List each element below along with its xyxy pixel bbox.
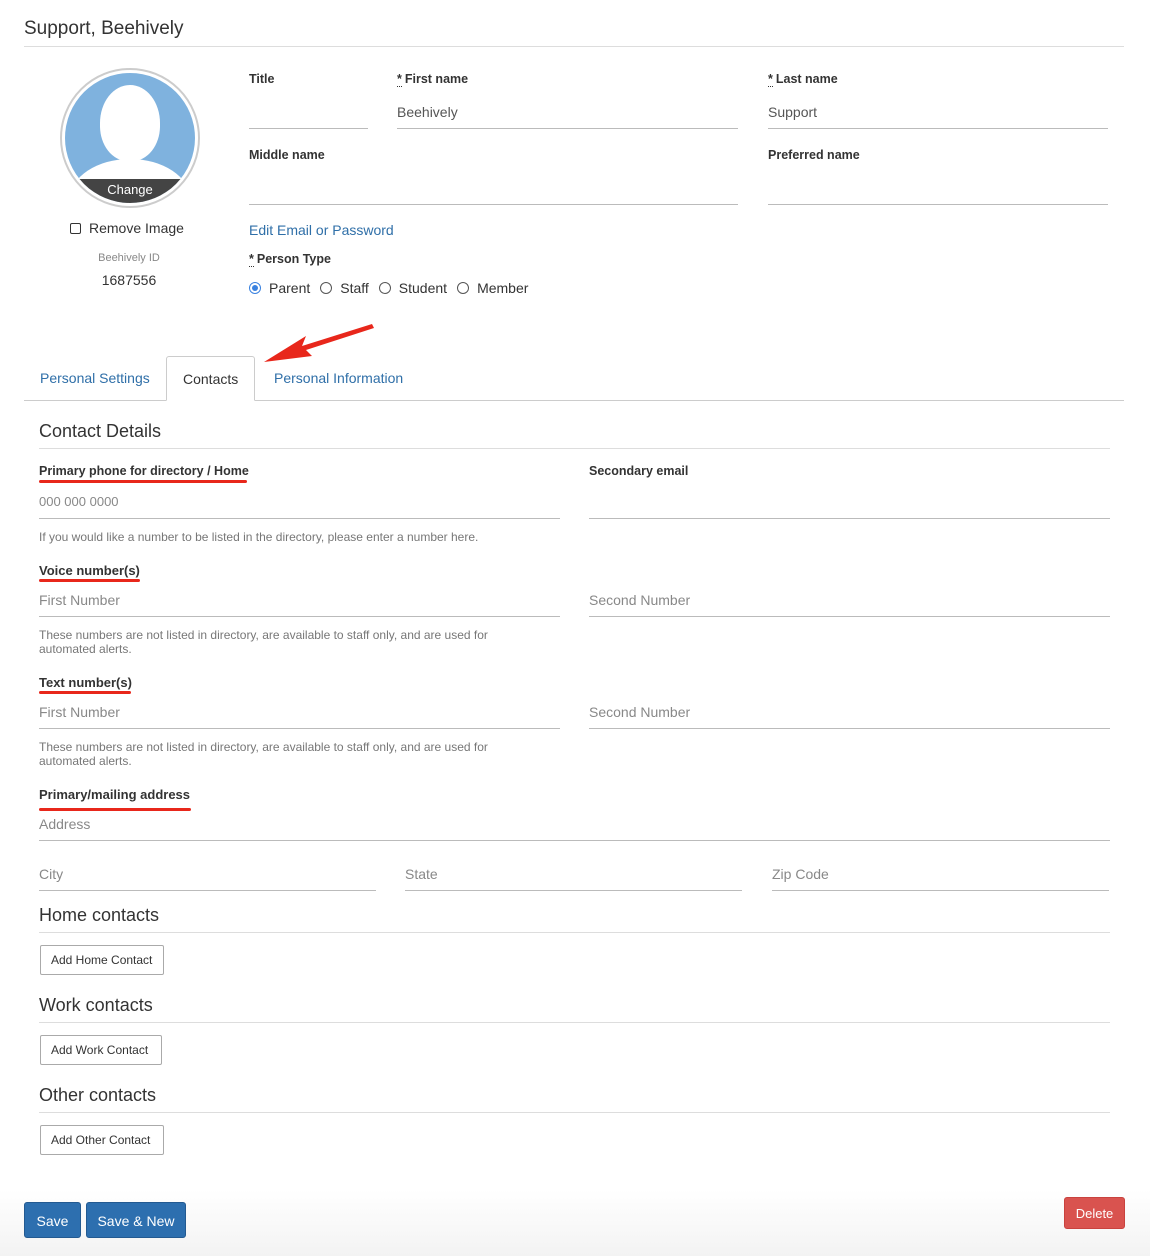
required-mark: * (768, 72, 773, 87)
middle-name-label: Middle name (249, 148, 325, 162)
zip-code-underline (772, 890, 1109, 891)
text-first-number-input[interactable]: First Number (39, 704, 120, 720)
add-other-contact-button[interactable]: Add Other Contact (40, 1125, 164, 1155)
radio-member[interactable] (457, 282, 470, 294)
person-type-radio-group: Parent Staff Student Member (249, 280, 538, 296)
secondary-email-underline (589, 518, 1110, 519)
annotation-underline (39, 808, 191, 811)
last-name-underline (768, 128, 1108, 129)
voice-second-number-input[interactable]: Second Number (589, 592, 690, 608)
last-name-input[interactable]: Support (768, 104, 817, 120)
page-title: Support, Beehively (24, 18, 184, 39)
preferred-name-label: Preferred name (768, 148, 860, 162)
voice-second-number-underline (589, 616, 1110, 617)
radio-parent[interactable] (249, 282, 261, 294)
voice-help-line2: automated alerts. (39, 642, 132, 656)
state-underline (405, 890, 742, 891)
edit-email-password-link[interactable]: Edit Email or Password (249, 222, 394, 238)
state-input[interactable]: State (405, 866, 438, 882)
delete-button[interactable]: Delete (1064, 1197, 1125, 1229)
home-contacts-divider (39, 932, 1110, 933)
person-type-student[interactable]: Student (378, 280, 447, 296)
address-underline (39, 840, 1110, 841)
title-label: Title (249, 72, 275, 86)
required-mark: * (397, 72, 402, 87)
voice-first-number-input[interactable]: First Number (39, 592, 120, 608)
other-contacts-title: Other contacts (39, 1085, 157, 1105)
required-mark: * (249, 252, 254, 267)
last-name-label: * Last name (768, 72, 838, 87)
voice-help-line1: These numbers are not listed in director… (39, 628, 488, 642)
voice-numbers-label: Voice number(s) (39, 563, 140, 578)
beehively-id-label: Beehively ID (98, 252, 160, 264)
work-contacts-title: Work contacts (39, 995, 153, 1015)
mailing-address-label: Primary/mailing address (39, 787, 191, 802)
radio-staff[interactable] (320, 282, 333, 294)
middle-name-underline (249, 204, 738, 205)
person-type-label: * Person Type (249, 252, 331, 267)
text-second-number-underline (589, 728, 1110, 729)
person-type-parent[interactable]: Parent (249, 280, 310, 296)
save-button[interactable]: Save (24, 1202, 81, 1238)
beehively-id-value: 1687556 (101, 272, 157, 288)
text-numbers-label: Text number(s) (39, 675, 132, 690)
remove-image-option[interactable]: Remove Image (70, 220, 184, 236)
text-second-number-input[interactable]: Second Number (589, 704, 690, 720)
avatar[interactable]: Change (60, 68, 200, 208)
tab-personal-settings[interactable]: Personal Settings (24, 356, 166, 401)
person-type-staff[interactable]: Staff (320, 280, 369, 296)
annotation-underline (39, 579, 140, 582)
zip-code-input[interactable]: Zip Code (772, 866, 829, 882)
other-contacts-divider (39, 1112, 1110, 1113)
avatar-placeholder-icon: Change (65, 73, 195, 203)
first-name-label: * First name (397, 72, 469, 87)
remove-image-label: Remove Image (89, 220, 184, 236)
annotation-underline (39, 691, 131, 694)
primary-phone-underline (39, 518, 560, 519)
title-input-underline (249, 128, 368, 129)
radio-student[interactable] (378, 282, 391, 294)
change-avatar-button[interactable]: Change (65, 179, 195, 203)
add-work-contact-button[interactable]: Add Work Contact (40, 1035, 162, 1065)
tab-personal-information[interactable]: Personal Information (258, 356, 419, 401)
work-contacts-divider (39, 1022, 1110, 1023)
primary-phone-input[interactable]: 000 000 0000 (39, 494, 119, 509)
first-name-underline (397, 128, 738, 129)
home-contacts-title: Home contacts (39, 905, 160, 925)
annotation-underline (39, 480, 247, 483)
contact-details-divider (39, 448, 1110, 449)
preferred-name-underline (768, 204, 1108, 205)
text-first-number-underline (39, 728, 560, 729)
city-underline (39, 890, 376, 891)
text-help-line1: These numbers are not listed in director… (39, 740, 488, 754)
address-input[interactable]: Address (39, 816, 90, 832)
avatar-silhouette-head (100, 85, 160, 161)
person-type-member[interactable]: Member (457, 280, 528, 296)
remove-image-checkbox[interactable] (70, 222, 81, 234)
first-name-input[interactable]: Beehively (397, 104, 458, 120)
tab-contacts[interactable]: Contacts (166, 356, 256, 401)
add-home-contact-button[interactable]: Add Home Contact (40, 945, 164, 975)
text-help-line2: automated alerts. (39, 754, 132, 768)
secondary-email-label: Secondary email (589, 464, 689, 478)
save-and-new-button[interactable]: Save & New (86, 1202, 186, 1238)
city-input[interactable]: City (39, 866, 63, 882)
title-divider (24, 46, 1124, 47)
primary-phone-help: If you would like a number to be listed … (39, 530, 479, 544)
primary-phone-label: Primary phone for directory / Home (39, 464, 249, 478)
contact-details-title: Contact Details (39, 421, 162, 441)
voice-first-number-underline (39, 616, 560, 617)
